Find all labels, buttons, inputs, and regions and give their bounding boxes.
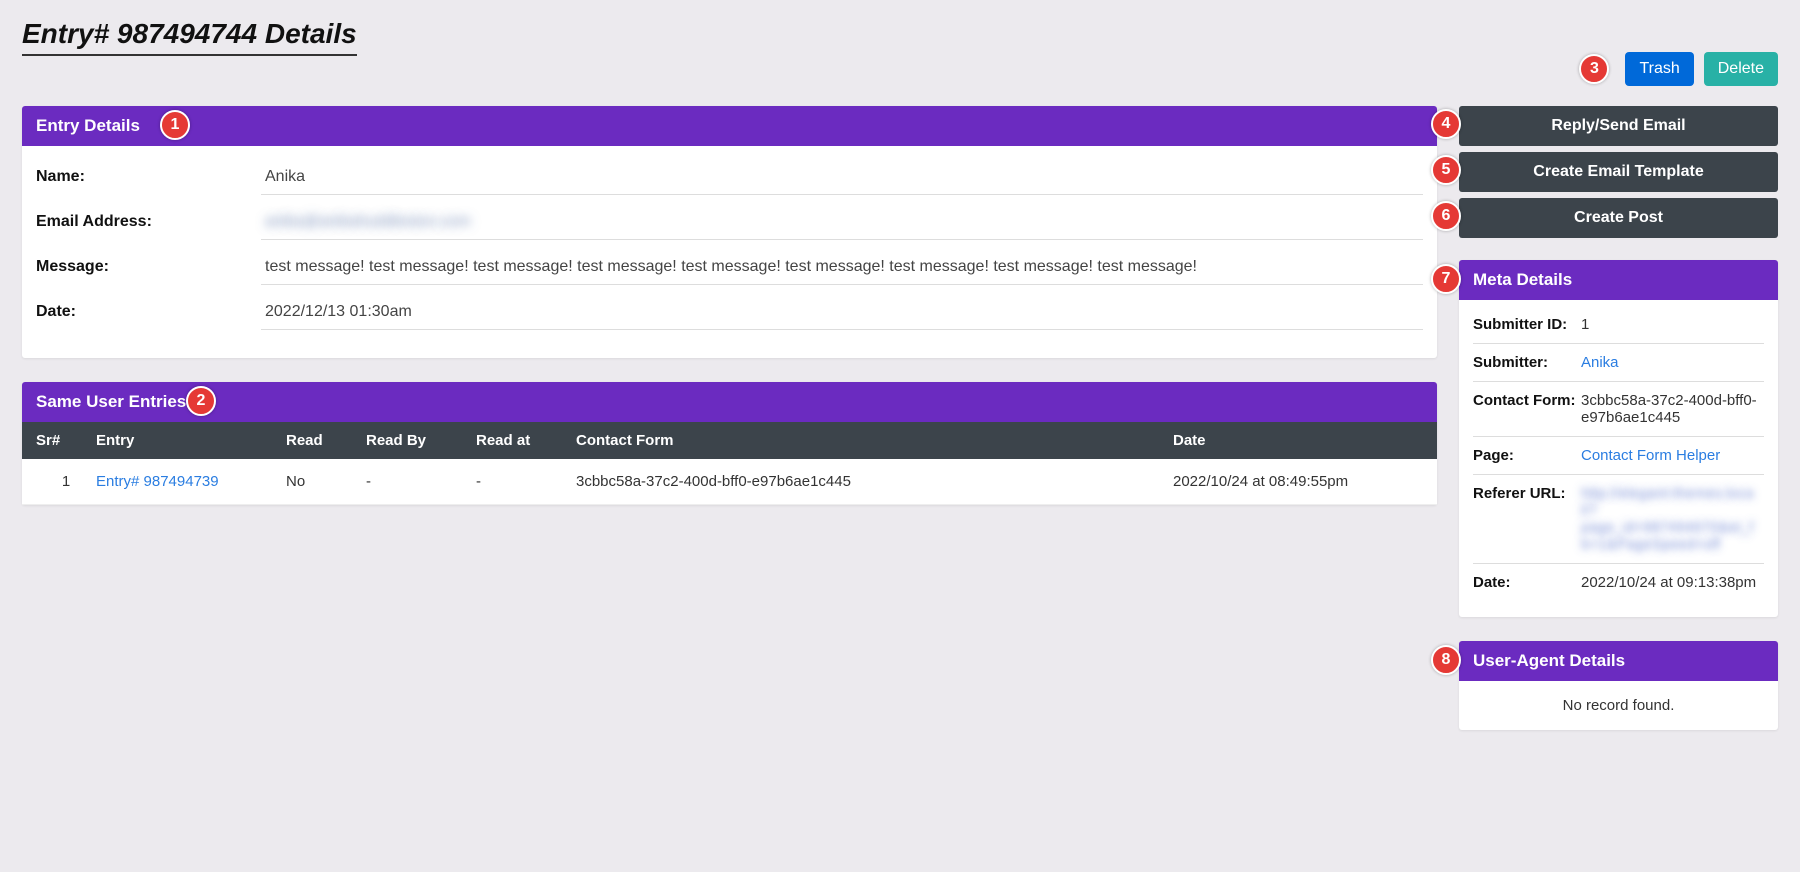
reply-send-email-label: Reply/Send Email [1551,117,1685,134]
user-agent-header-text: User-Agent Details [1473,651,1625,670]
same-user-entries-panel: Same User Entries 2 Sr# Entry Read Read … [22,382,1437,505]
entry-details-panel: Entry Details 1 Name: Anika Email Addres… [22,106,1437,358]
field-row-email: Email Address: anika@anikahuddleston.com [36,205,1423,240]
user-agent-header: 8 User-Agent Details [1459,641,1778,681]
meta-value-page-link[interactable]: Contact Form Helper [1581,447,1764,464]
cell-readby: - [366,473,476,490]
col-sr: Sr# [36,432,96,449]
meta-label-page: Page: [1473,447,1581,464]
field-label-date: Date: [36,297,261,321]
cell-date: 2022/10/24 at 08:49:55pm [1173,473,1423,490]
meta-row-page: Page: Contact Form Helper [1473,437,1764,475]
col-readby: Read By [366,432,476,449]
table-row: 1 Entry# 987494739 No - - 3cbbc58a-37c2-… [22,459,1437,505]
col-date: Date [1173,432,1423,449]
annotation-badge-6: 6 [1431,201,1461,231]
meta-value-date: 2022/10/24 at 09:13:38pm [1581,574,1764,591]
cell-sr: 1 [36,473,96,490]
meta-label-submitter-id: Submitter ID: [1473,316,1581,333]
meta-row-referer: Referer URL: http://elegant-themes.loca … [1473,475,1764,564]
annotation-badge-8: 8 [1431,645,1461,675]
meta-label-referer: Referer URL: [1473,485,1581,553]
col-form: Contact Form [576,432,1173,449]
entry-details-header-text: Entry Details [36,116,140,135]
cell-form: 3cbbc58a-37c2-400d-bff0-e97b6ae1c445 [576,473,1173,490]
user-agent-panel: 8 User-Agent Details No record found. [1459,641,1778,730]
field-label-name: Name: [36,162,261,186]
meta-label-submitter: Submitter: [1473,354,1581,371]
annotation-badge-1: 1 [160,110,190,140]
col-readat: Read at [476,432,576,449]
cell-read: No [286,473,366,490]
meta-details-header: 7 Meta Details [1459,260,1778,300]
meta-details-header-text: Meta Details [1473,270,1572,289]
field-row-name: Name: Anika [36,160,1423,195]
user-agent-body: No record found. [1459,681,1778,730]
cell-entry-link[interactable]: Entry# 987494739 [96,473,286,490]
annotation-badge-4: 4 [1431,109,1461,139]
field-label-message: Message: [36,252,261,276]
col-read: Read [286,432,366,449]
meta-label-contact-form: Contact Form: [1473,392,1581,426]
meta-row-submitter-id: Submitter ID: 1 [1473,316,1764,344]
meta-value-referer-link[interactable]: http://elegant-themes.loca l/?page_id=98… [1581,485,1764,553]
create-email-template-label: Create Email Template [1533,163,1703,180]
meta-value-submitter-link[interactable]: Anika [1581,354,1764,371]
meta-details-panel: 7 Meta Details Submitter ID: 1 Submitter… [1459,260,1778,617]
field-value-message: test message! test message! test message… [261,250,1423,285]
field-value-email: anika@anikahuddleston.com [261,205,1423,240]
annotation-badge-5: 5 [1431,155,1461,185]
meta-row-contact-form: Contact Form: 3cbbc58a-37c2-400d-bff0-e9… [1473,382,1764,437]
meta-value-contact-form: 3cbbc58a-37c2-400d-bff0-e97b6ae1c445 [1581,392,1764,426]
table-header: Sr# Entry Read Read By Read at Contact F… [22,422,1437,459]
reply-send-email-button[interactable]: 4 Reply/Send Email [1459,106,1778,146]
trash-button[interactable]: Trash [1625,52,1693,86]
meta-row-date: Date: 2022/10/24 at 09:13:38pm [1473,564,1764,601]
create-post-label: Create Post [1574,209,1663,226]
cell-readat: - [476,473,576,490]
annotation-badge-3: 3 [1579,54,1609,84]
meta-label-date: Date: [1473,574,1581,591]
col-entry: Entry [96,432,286,449]
annotation-badge-7: 7 [1431,264,1461,294]
field-value-name: Anika [261,160,1423,195]
field-row-date: Date: 2022/12/13 01:30am [36,295,1423,330]
delete-button[interactable]: Delete [1704,52,1778,86]
same-user-entries-header-text: Same User Entries [36,392,186,411]
create-email-template-button[interactable]: 5 Create Email Template [1459,152,1778,192]
meta-row-submitter: Submitter: Anika [1473,344,1764,382]
annotation-badge-2: 2 [186,386,216,416]
meta-value-submitter-id: 1 [1581,316,1764,333]
field-label-email: Email Address: [36,207,261,231]
create-post-button[interactable]: 6 Create Post [1459,198,1778,238]
same-user-entries-header: Same User Entries 2 [22,382,1437,422]
page-title: Entry# 987494744 Details [22,18,357,56]
entry-details-header: Entry Details 1 [22,106,1437,146]
field-row-message: Message: test message! test message! tes… [36,250,1423,285]
field-value-date: 2022/12/13 01:30am [261,295,1423,330]
